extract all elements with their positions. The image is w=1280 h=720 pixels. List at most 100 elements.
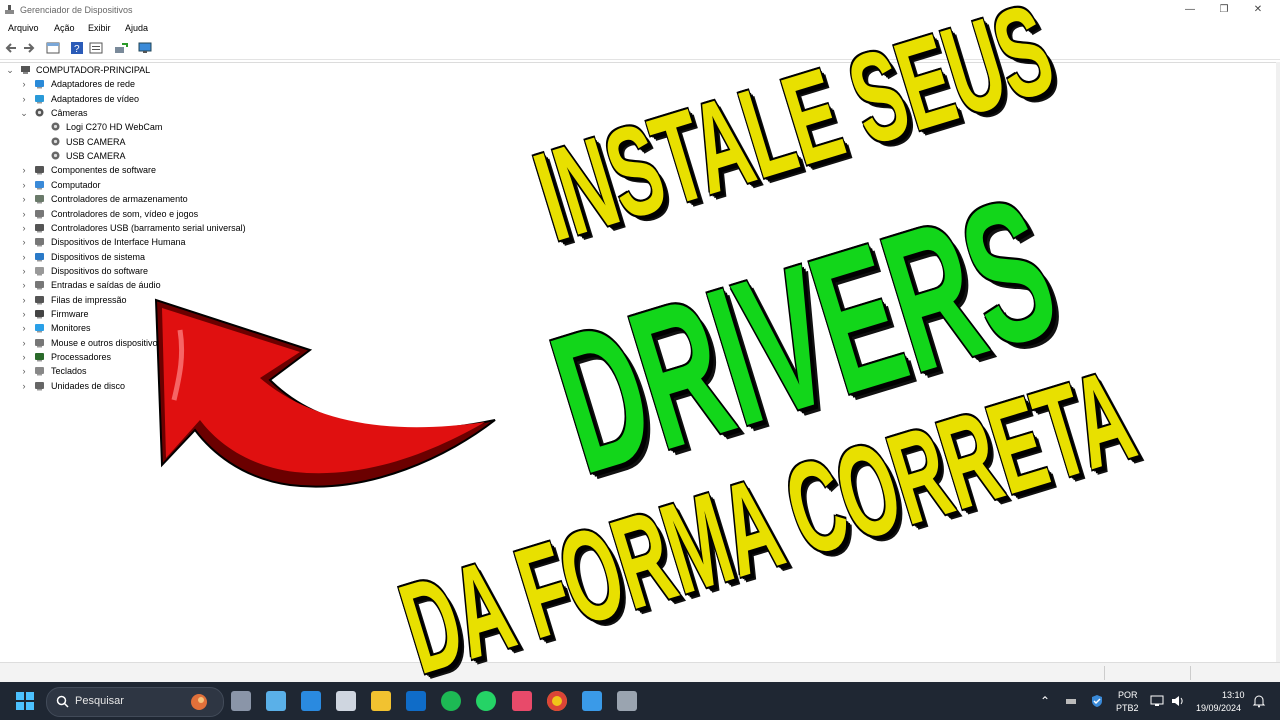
tree-category-item[interactable]: › Computador	[20, 178, 340, 192]
menu-arquivo[interactable]: Arquivo	[8, 23, 39, 33]
details-icon[interactable]	[89, 41, 103, 55]
close-button[interactable]: ✕	[1240, 0, 1276, 20]
chevron-right-icon[interactable]: ›	[20, 364, 28, 378]
title-bar: Gerenciador de Dispositivos — ❐ ✕	[0, 0, 1280, 20]
tree-item-label: Controladores de som, vídeo e jogos	[51, 209, 199, 219]
mouse-icon	[35, 339, 44, 348]
chevron-right-icon[interactable]: ›	[20, 379, 28, 393]
file-explorer-icon[interactable]	[371, 691, 391, 711]
device-manager-taskbar-icon[interactable]	[617, 691, 637, 711]
chevron-down-icon[interactable]: ⌄	[20, 106, 28, 120]
tree-child-item[interactable]: Logi C270 HD WebCam	[46, 120, 366, 134]
help-icon[interactable]: ?	[70, 41, 84, 55]
camera-icon	[35, 108, 44, 117]
chevron-right-icon[interactable]: ›	[20, 293, 28, 307]
chevron-right-icon[interactable]: ›	[20, 336, 28, 350]
chevron-right-icon[interactable]: ›	[20, 321, 28, 335]
tree-category-item[interactable]: ⌄ Câmeras	[20, 106, 340, 120]
notification-bell-icon[interactable]	[1252, 694, 1266, 708]
tree-item-label: Monitores	[51, 323, 91, 333]
maximize-button[interactable]: ❐	[1206, 0, 1242, 20]
task-view-icon[interactable]	[231, 691, 251, 711]
window-title: Gerenciador de Dispositivos	[20, 5, 133, 15]
tree-category-item[interactable]: › Controladores USB (barramento serial un…	[20, 221, 340, 235]
chevron-right-icon[interactable]: ›	[20, 221, 28, 235]
hid-icon	[35, 238, 44, 247]
scan-hardware-icon[interactable]	[114, 41, 128, 55]
tree-item-label: Mouse e outros dispositivos	[51, 338, 163, 348]
processor-icon	[35, 353, 44, 362]
app-blue-icon[interactable]	[301, 691, 321, 711]
chevron-right-icon[interactable]: ›	[20, 307, 28, 321]
tree-item-label: Filas de impressão	[51, 295, 127, 305]
network-icon[interactable]	[1150, 694, 1164, 708]
monitor-icon	[35, 324, 44, 333]
chrome-icon[interactable]	[547, 691, 567, 711]
forward-icon[interactable]	[22, 41, 36, 55]
chevron-right-icon[interactable]: ›	[20, 192, 28, 206]
device-manager-app-icon	[5, 5, 14, 14]
tree-item-label: Componentes de software	[51, 165, 157, 175]
back-icon[interactable]	[4, 41, 18, 55]
snipping-tool-icon[interactable]	[512, 691, 532, 711]
chevron-right-icon[interactable]: ›	[20, 178, 28, 192]
tree-item-label: Dispositivos do software	[51, 266, 149, 276]
start-icon[interactable]	[16, 692, 34, 710]
tree-category-item[interactable]: › Controladores de armazenamento	[20, 192, 340, 206]
security-shield-icon[interactable]	[1090, 694, 1104, 708]
tree-item-label: Dispositivos de sistema	[51, 252, 146, 262]
chevron-right-icon[interactable]: ›	[20, 77, 28, 91]
chevron-down-icon[interactable]: ⌄	[6, 63, 14, 77]
tree-category-item[interactable]: › Adaptadores de rede	[20, 77, 340, 91]
tree-category-item[interactable]: › Adaptadores de vídeo	[20, 92, 340, 106]
clock-time[interactable]: 13:10	[1222, 690, 1245, 700]
clock-date[interactable]: 19/09/2024	[1196, 703, 1241, 713]
tree-category-item[interactable]: › Controladores de som, vídeo e jogos	[20, 207, 340, 221]
menu-exibir[interactable]: Exibir	[88, 23, 111, 33]
tree-category-item[interactable]: › Componentes de software	[20, 163, 340, 177]
chevron-right-icon[interactable]: ›	[20, 207, 28, 221]
minimize-button[interactable]: —	[1172, 0, 1208, 20]
chevron-right-icon[interactable]: ›	[20, 278, 28, 292]
chevron-right-icon[interactable]: ›	[20, 235, 28, 249]
tree-category-item[interactable]: › Dispositivos de sistema	[20, 250, 340, 264]
paint-icon[interactable]	[582, 691, 602, 711]
tree-item-label: Firmware	[51, 309, 89, 319]
volume-icon[interactable]	[1170, 694, 1184, 708]
language-top[interactable]: POR	[1118, 690, 1138, 700]
storage-controller-icon	[35, 195, 44, 204]
tree-item-label: Entradas e saídas de áudio	[51, 280, 161, 290]
language-bottom[interactable]: PTB2	[1116, 703, 1139, 713]
tree-category-item[interactable]: › Dispositivos do software	[20, 264, 340, 278]
chevron-right-icon[interactable]: ›	[20, 264, 28, 278]
spotify-icon[interactable]	[441, 691, 461, 711]
outlook-icon[interactable]	[406, 691, 426, 711]
tree-category-item[interactable]: › Dispositivos de Interface Humana	[20, 235, 340, 249]
vertical-scrollbar[interactable]	[1276, 62, 1280, 662]
monitor-icon[interactable]	[138, 41, 152, 55]
tree-child-item[interactable]: USB CAMERA	[46, 149, 366, 163]
computer-root-icon	[21, 66, 30, 74]
chevron-right-icon[interactable]: ›	[20, 92, 28, 106]
tree-item-label: Teclados	[51, 366, 87, 376]
properties-icon[interactable]	[46, 41, 60, 55]
tree-item-label: Adaptadores de vídeo	[51, 94, 140, 104]
tree-item-label: Processadores	[51, 352, 112, 362]
chevron-right-icon[interactable]: ›	[20, 250, 28, 264]
tree-item-label: USB CAMERA	[66, 151, 126, 161]
tree-item-label: Adaptadores de rede	[51, 79, 136, 89]
chevron-up-icon[interactable]: ⌃	[1040, 694, 1050, 708]
search-highlight-icon	[191, 694, 207, 710]
chevron-right-icon[interactable]: ›	[20, 163, 28, 177]
search-box[interactable]: Pesquisar	[46, 687, 224, 717]
status-bar	[0, 662, 1280, 683]
tree-root[interactable]: ⌄ COMPUTADOR-PRINCIPAL	[4, 63, 304, 77]
chevron-right-icon[interactable]: ›	[20, 350, 28, 364]
menu-acao[interactable]: Ação	[54, 23, 75, 33]
menu-ajuda[interactable]: Ajuda	[125, 23, 148, 33]
remote-desktop-icon[interactable]	[266, 691, 286, 711]
tree-child-item[interactable]: USB CAMERA	[46, 135, 366, 149]
tray-app-icon[interactable]	[1064, 694, 1078, 708]
whatsapp-icon[interactable]	[476, 691, 496, 711]
camera-app-icon[interactable]	[336, 691, 356, 711]
